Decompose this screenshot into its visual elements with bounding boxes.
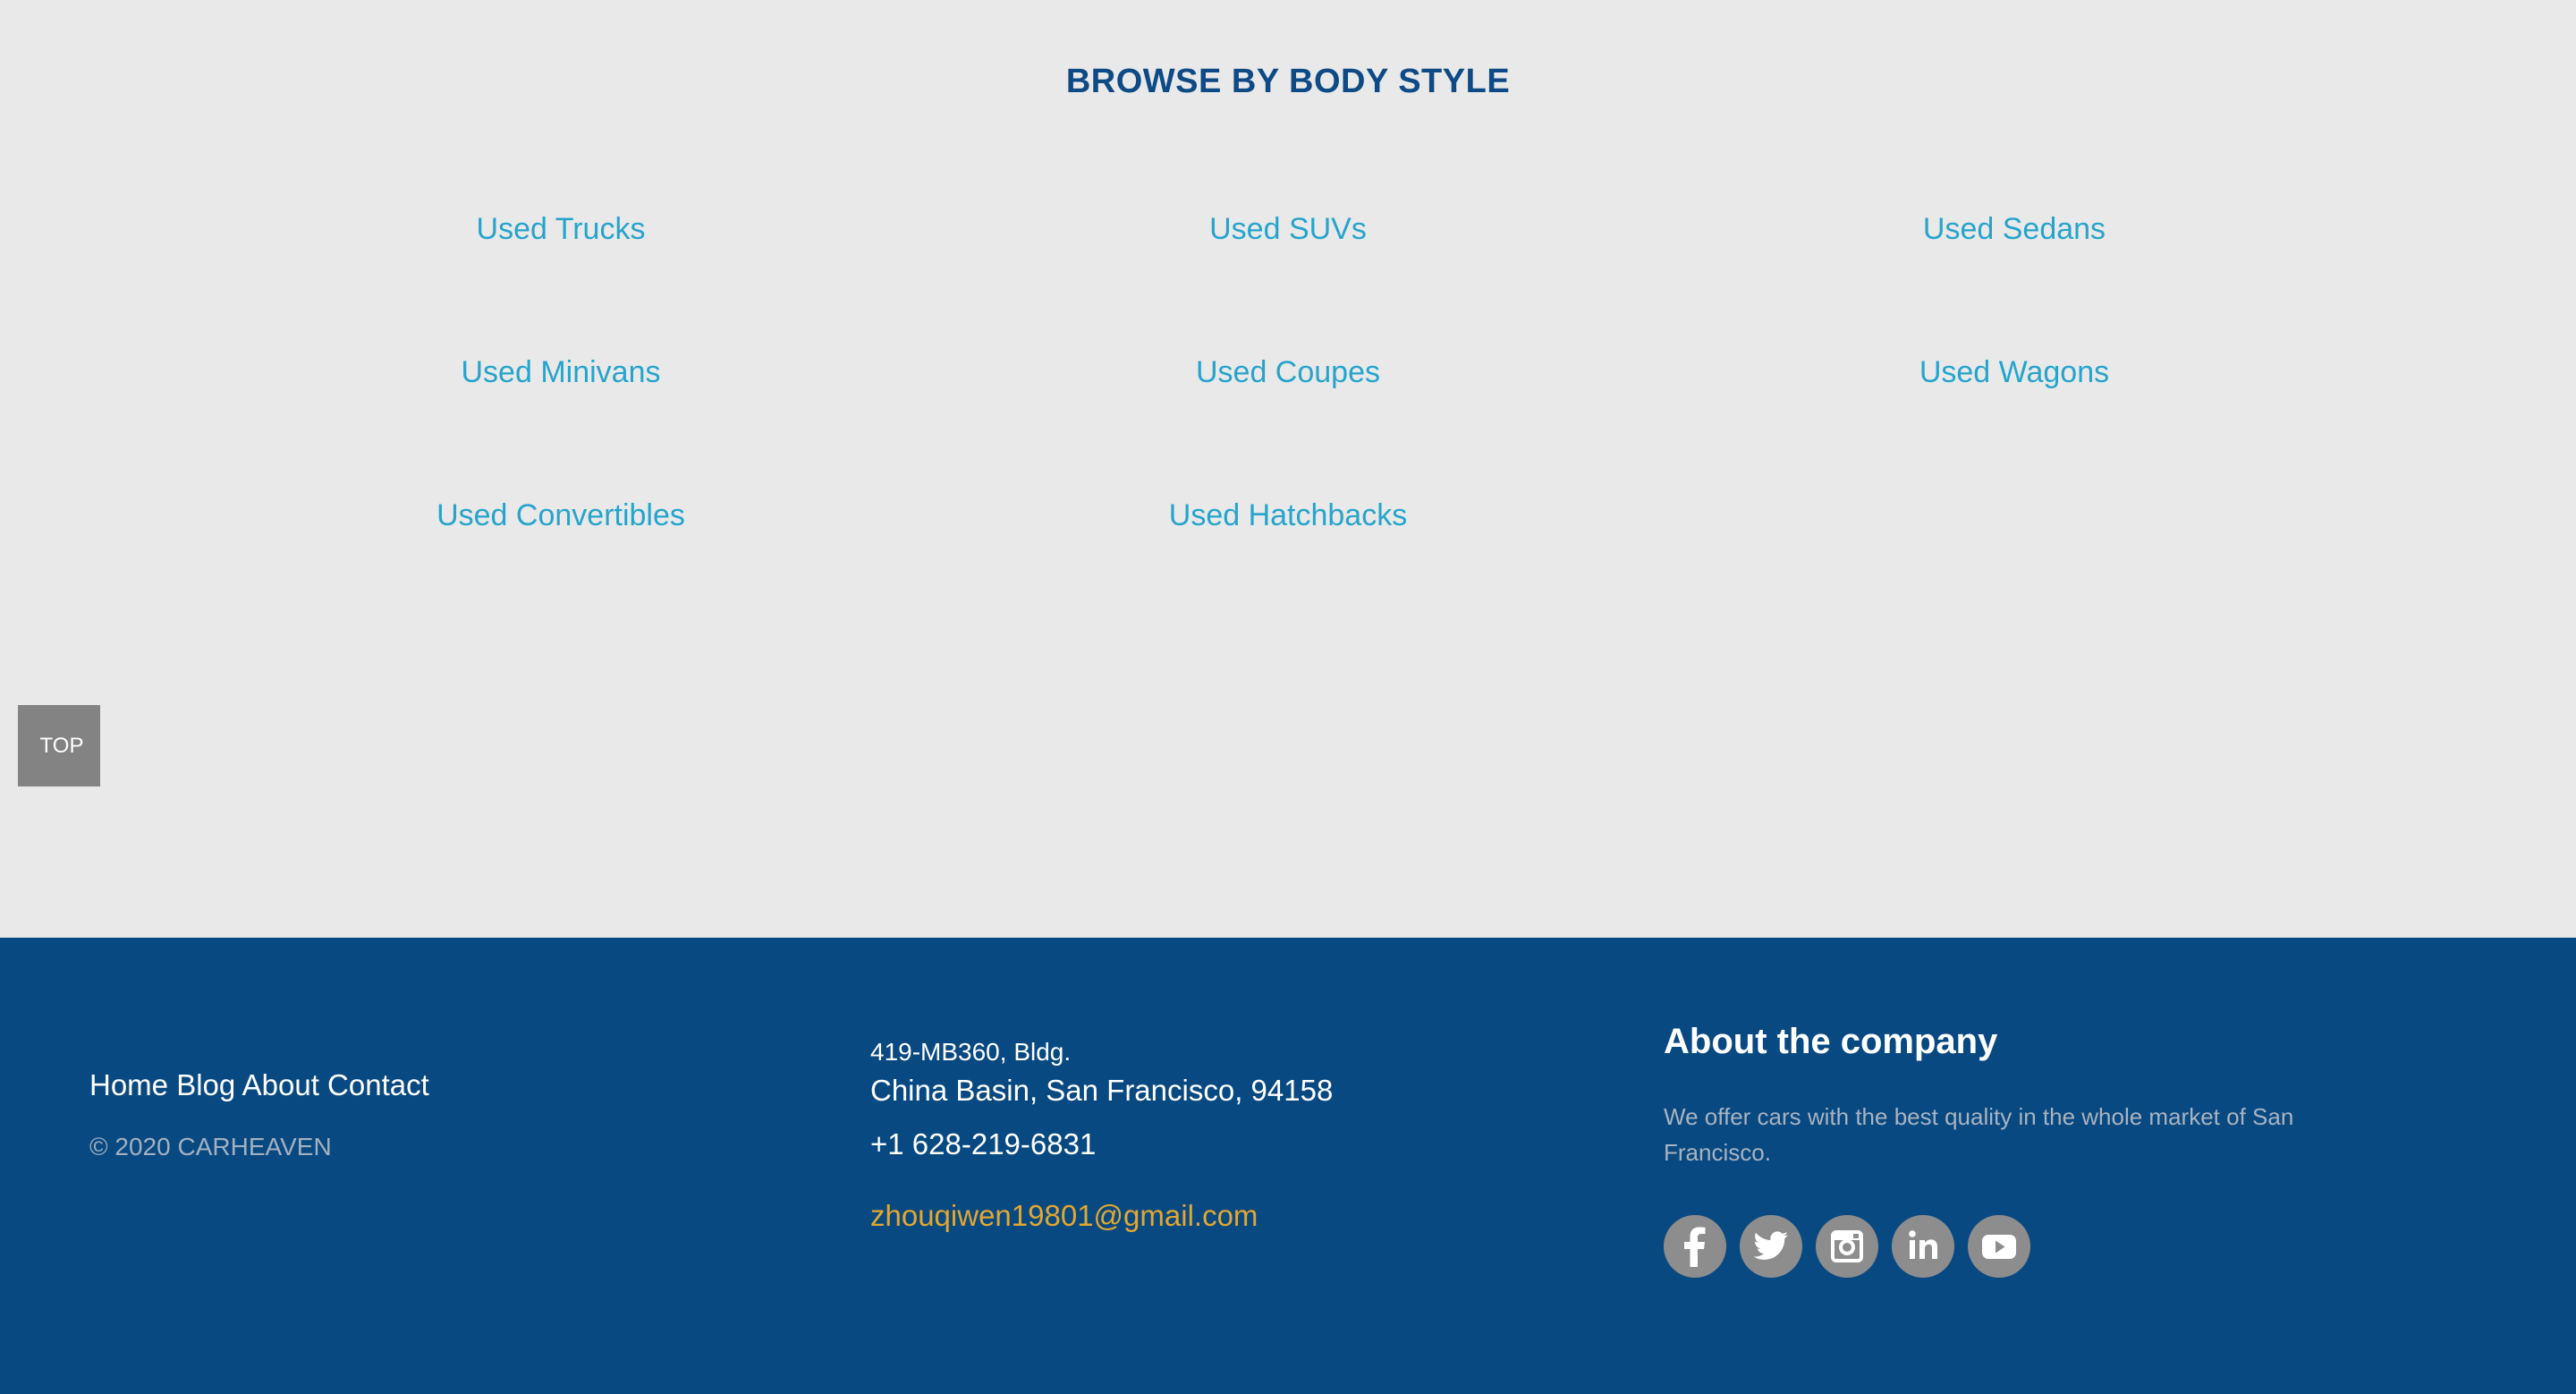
instagram-icon[interactable] — [1816, 1215, 1878, 1278]
social-links — [1664, 1215, 2030, 1278]
footer-nav-home[interactable]: Home — [89, 1068, 168, 1101]
facebook-icon[interactable] — [1664, 1215, 1726, 1278]
link-used-coupes[interactable]: Used Coupes — [975, 354, 1601, 390]
link-used-minivans[interactable]: Used Minivans — [248, 354, 874, 390]
link-used-suvs[interactable]: Used SUVs — [975, 211, 1601, 247]
back-to-top-button[interactable]: TOP — [18, 705, 100, 786]
browse-section: BROWSE BY BODY STYLE Used Trucks Used SU… — [0, 0, 2576, 938]
link-used-wagons[interactable]: Used Wagons — [1701, 354, 2327, 390]
linkedin-icon[interactable] — [1892, 1215, 1954, 1278]
link-used-sedans[interactable]: Used Sedans — [1701, 211, 2327, 247]
address-line-1: 419-MB360, Bldg. — [870, 1038, 1072, 1066]
footer-nav: Home Blog About Contact — [89, 1068, 429, 1102]
youtube-icon[interactable] — [1968, 1215, 2030, 1278]
footer-nav-contact[interactable]: Contact — [327, 1068, 429, 1101]
phone-number: +1 628-219-6831 — [870, 1127, 1097, 1160]
site-footer: Home Blog About Contact © 2020 CARHEAVEN… — [0, 938, 2576, 1394]
twitter-icon[interactable] — [1740, 1215, 1802, 1278]
footer-nav-blog[interactable]: Blog — [176, 1068, 235, 1101]
address-line-2: China Basin, San Francisco, 94158 — [870, 1074, 1334, 1107]
about-title: About the company — [1664, 1022, 1998, 1061]
browse-title: BROWSE BY BODY STYLE — [1065, 63, 1511, 100]
link-used-trucks[interactable]: Used Trucks — [248, 211, 874, 247]
about-text: We offer cars with the best quality in t… — [1664, 1103, 2294, 1166]
footer-nav-about[interactable]: About — [242, 1068, 319, 1101]
link-used-hatchbacks[interactable]: Used Hatchbacks — [975, 497, 1601, 533]
email-link[interactable]: zhouqiwen19801@gmail.com — [870, 1199, 1258, 1233]
link-used-convertibles[interactable]: Used Convertibles — [248, 497, 874, 533]
copyright-text: © 2020 CARHEAVEN — [89, 1133, 332, 1160]
